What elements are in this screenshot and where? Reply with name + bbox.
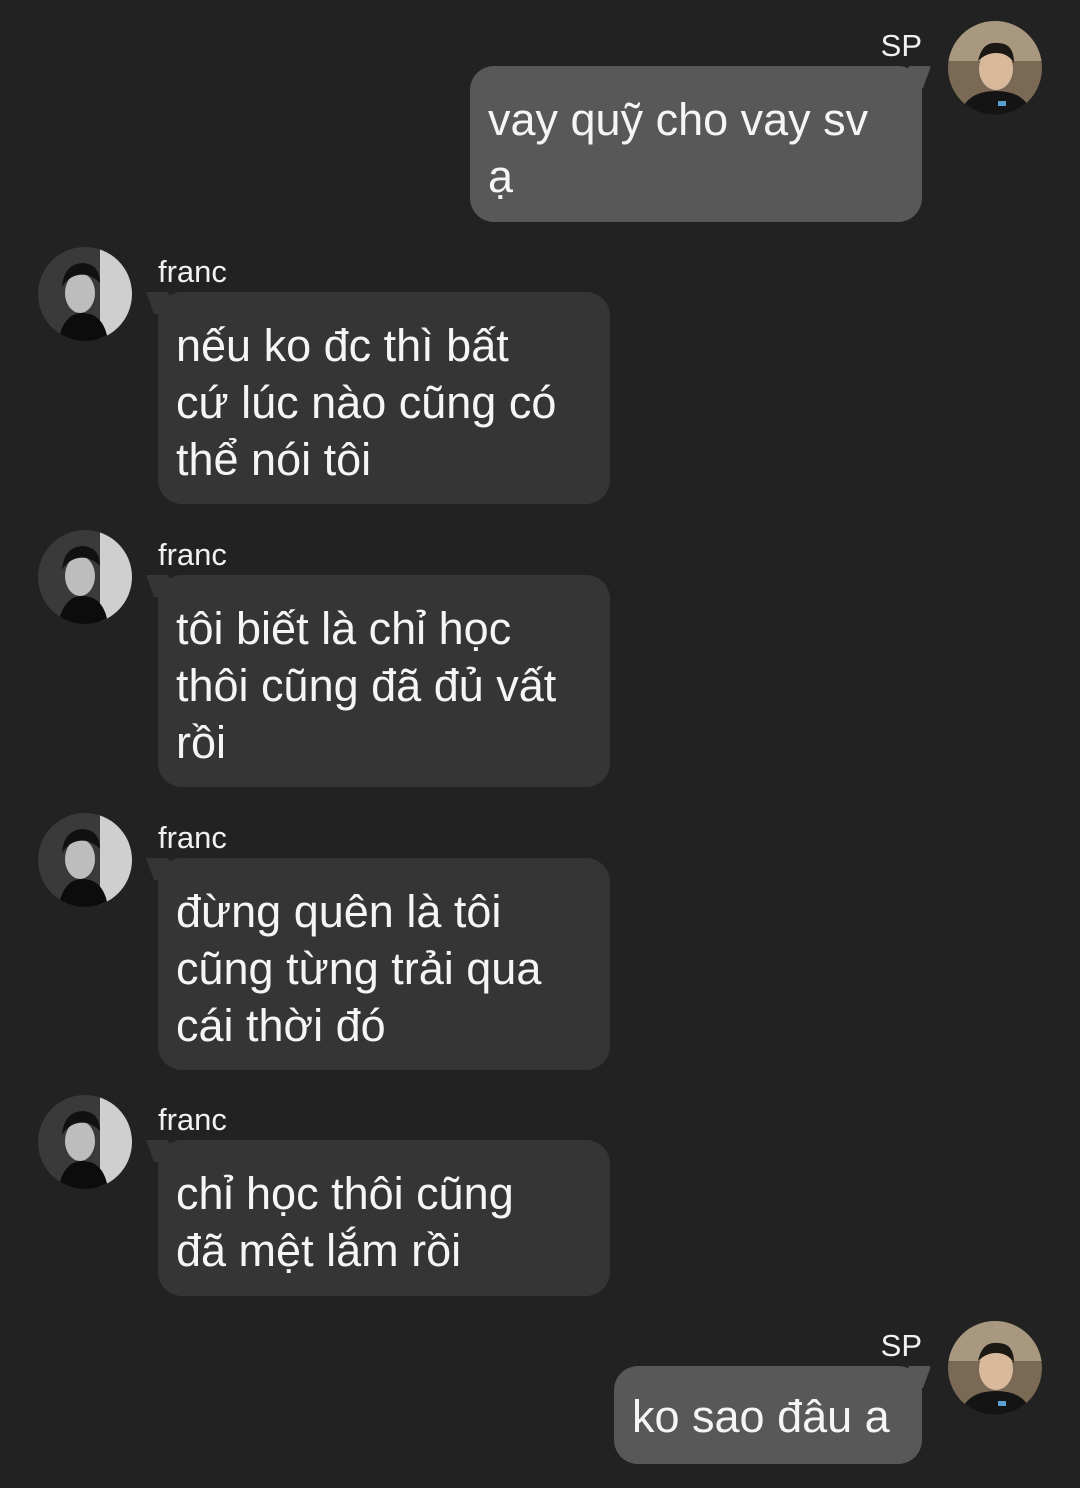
sender-name: SP <box>880 28 922 63</box>
message-bubble-incoming[interactable]: chỉ học thôi cũng đã mệt lắm rồi <box>158 1140 610 1296</box>
contact-avatar-icon[interactable] <box>38 1095 132 1189</box>
message-bubble-incoming[interactable]: tôi biết là chỉ học thôi cũng đã đủ vất … <box>158 575 610 787</box>
contact-avatar-icon[interactable] <box>38 813 132 907</box>
message-bubble-outgoing[interactable]: ko sao đâu a <box>614 1366 922 1464</box>
contact-avatar-icon[interactable] <box>38 530 132 624</box>
user-avatar-icon[interactable] <box>948 21 1042 115</box>
message-bubble-outgoing[interactable]: vay quỹ cho vay sv ạ <box>470 66 922 222</box>
user-avatar-icon[interactable] <box>948 1321 1042 1415</box>
sender-name: franc <box>158 254 227 289</box>
sender-name: franc <box>158 820 227 855</box>
sender-name: franc <box>158 1102 227 1137</box>
contact-avatar-icon[interactable] <box>38 247 132 341</box>
chat-message-list[interactable]: SP vay quỹ cho vay sv ạ franc nếu ko đc … <box>0 0 1080 1488</box>
sender-name: SP <box>880 1328 922 1363</box>
message-bubble-incoming[interactable]: đừng quên là tôi cũng từng trải qua cái … <box>158 858 610 1070</box>
message-bubble-incoming[interactable]: nếu ko đc thì bất cứ lúc nào cũng có thể… <box>158 292 610 504</box>
sender-name: franc <box>158 537 227 572</box>
